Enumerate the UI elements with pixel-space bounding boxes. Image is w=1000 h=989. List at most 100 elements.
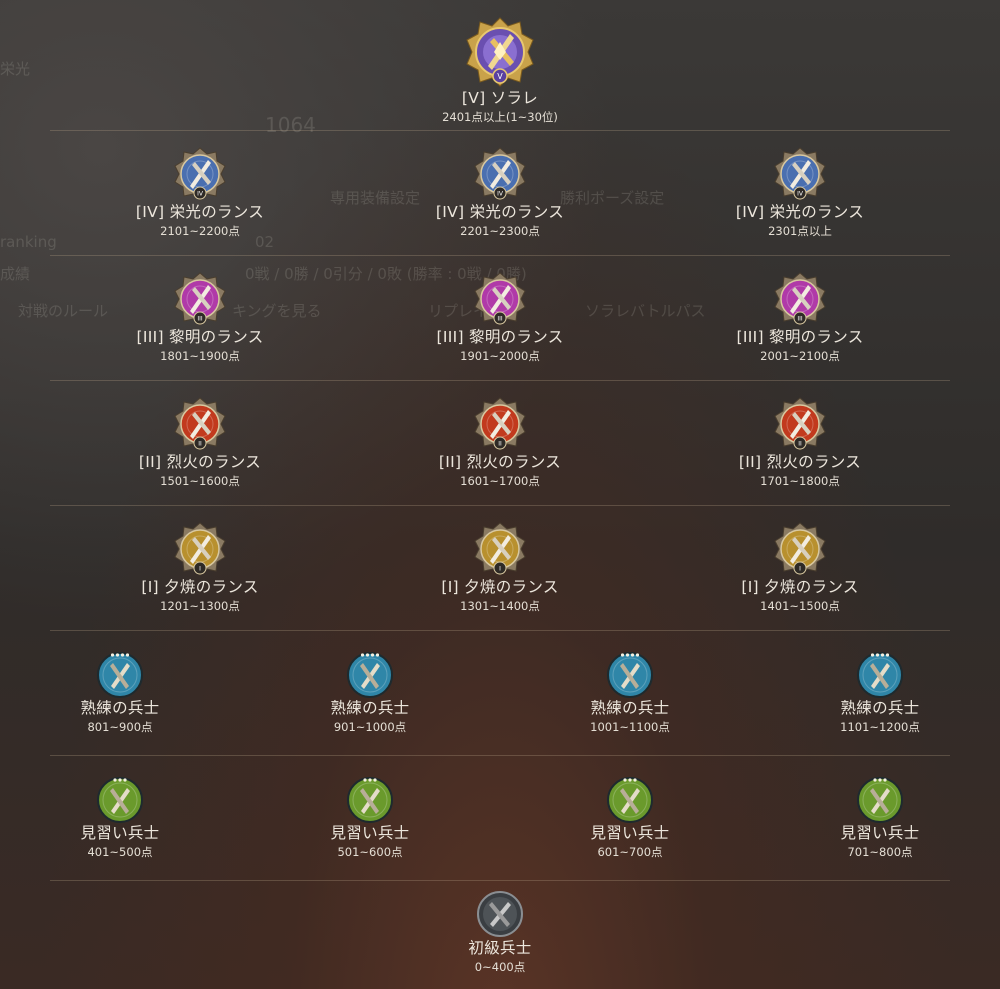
svg-text:III: III bbox=[497, 316, 503, 323]
tier-dawn: III [III] 黎明のランス 1801~1900点 bbox=[100, 271, 300, 363]
sunset-lance-i-icon: I bbox=[174, 522, 226, 576]
dawn-lance-iii-icon: III bbox=[474, 272, 526, 326]
svg-text:II: II bbox=[798, 441, 802, 448]
tier-range: 401~500点 bbox=[87, 845, 153, 859]
tier-flame: II [II] 烈火のランス 1601~1700点 bbox=[400, 396, 600, 488]
svg-text:I: I bbox=[499, 566, 501, 573]
tier-solare: V [V] ソラレ 2401点以上(1~30位) bbox=[400, 16, 600, 124]
glory-lance-iv-icon: IV bbox=[474, 147, 526, 201]
svg-text:I: I bbox=[799, 566, 801, 573]
tier-glory: IV [IV] 栄光のランス 2201~2300点 bbox=[400, 146, 600, 238]
tier-range: 801~900点 bbox=[87, 720, 153, 734]
bg-label-title: 栄光 bbox=[0, 60, 31, 78]
veteran-soldier-icon bbox=[607, 652, 653, 698]
sunset-lance-i-icon: I bbox=[774, 522, 826, 576]
tier-glory: IV [IV] 栄光のランス 2101~2200点 bbox=[100, 146, 300, 238]
tier-name: 熟練の兵士 bbox=[330, 699, 410, 717]
tier-range: 2001~2100点 bbox=[760, 349, 840, 363]
apprentice-soldier-icon bbox=[607, 777, 653, 823]
tier-range: 1301~1400点 bbox=[460, 599, 540, 613]
tier-range: 2401点以上(1~30位) bbox=[442, 110, 558, 124]
tier-range: 1701~1800点 bbox=[760, 474, 840, 488]
tier-name: [V] ソラレ bbox=[461, 89, 539, 107]
tier-range: 1201~1300点 bbox=[160, 599, 240, 613]
tier-range: 1901~2000点 bbox=[460, 349, 540, 363]
tier-name: 熟練の兵士 bbox=[840, 699, 920, 717]
apprentice-soldier-icon bbox=[857, 777, 903, 823]
tier-name: 見習い兵士 bbox=[590, 824, 670, 842]
tier-name: [IV] 栄光のランス bbox=[435, 203, 565, 221]
tier-flame: II [II] 烈火のランス 1501~1600点 bbox=[100, 396, 300, 488]
tier-range: 501~600点 bbox=[337, 845, 403, 859]
svg-text:IV: IV bbox=[197, 191, 204, 198]
row-divider bbox=[50, 755, 950, 756]
flame-lance-ii-icon: II bbox=[774, 397, 826, 451]
tier-name: [I] 夕焼のランス bbox=[441, 578, 559, 596]
row-divider bbox=[50, 505, 950, 506]
tier-range: 901~1000点 bbox=[333, 720, 407, 734]
tier-range: 1001~1100点 bbox=[590, 720, 670, 734]
dawn-lance-iii-icon: III bbox=[774, 272, 826, 326]
tier-sunset: I [I] 夕焼のランス 1401~1500点 bbox=[700, 521, 900, 613]
tier-dawn: III [III] 黎明のランス 1901~2000点 bbox=[400, 271, 600, 363]
tier-name: [IV] 栄光のランス bbox=[735, 203, 865, 221]
tier-name: [III] 黎明のランス bbox=[136, 328, 264, 346]
veteran-soldier-icon bbox=[347, 652, 393, 698]
veteran-soldier-icon bbox=[97, 652, 143, 698]
tier-name: [III] 黎明のランス bbox=[436, 328, 564, 346]
tier-range: 2201~2300点 bbox=[460, 224, 540, 238]
tier-flame: II [II] 烈火のランス 1701~1800点 bbox=[700, 396, 900, 488]
glory-lance-iv-icon: IV bbox=[174, 147, 226, 201]
tier-range: 1101~1200点 bbox=[840, 720, 920, 734]
tier-name: 初級兵士 bbox=[468, 939, 532, 957]
tier-range: 601~700点 bbox=[597, 845, 663, 859]
tier-range: 701~800点 bbox=[847, 845, 913, 859]
flame-lance-ii-icon: II bbox=[474, 397, 526, 451]
tier-apprentice: 見習い兵士 401~500点 bbox=[20, 775, 220, 859]
tier-veteran: 熟練の兵士 901~1000点 bbox=[270, 650, 470, 734]
svg-text:V: V bbox=[497, 72, 503, 81]
tier-name: 見習い兵士 bbox=[840, 824, 920, 842]
tier-range: 1601~1700点 bbox=[460, 474, 540, 488]
row-divider bbox=[50, 630, 950, 631]
sunset-lance-i-icon: I bbox=[474, 522, 526, 576]
tier-apprentice: 見習い兵士 501~600点 bbox=[270, 775, 470, 859]
apprentice-soldier-icon bbox=[97, 777, 143, 823]
tier-name: [III] 黎明のランス bbox=[736, 328, 864, 346]
tier-name: 熟練の兵士 bbox=[590, 699, 670, 717]
row-divider bbox=[50, 380, 950, 381]
tier-apprentice: 見習い兵士 701~800点 bbox=[780, 775, 980, 859]
tier-veteran: 熟練の兵士 1001~1100点 bbox=[530, 650, 730, 734]
svg-text:II: II bbox=[198, 441, 202, 448]
tier-veteran: 熟練の兵士 801~900点 bbox=[20, 650, 220, 734]
tier-apprentice: 見習い兵士 601~700点 bbox=[530, 775, 730, 859]
tier-range: 2301点以上 bbox=[768, 224, 832, 238]
tier-name: [I] 夕焼のランス bbox=[141, 578, 259, 596]
dawn-lance-iii-icon: III bbox=[174, 272, 226, 326]
tier-range: 1401~1500点 bbox=[760, 599, 840, 613]
svg-text:III: III bbox=[797, 316, 803, 323]
row-divider bbox=[50, 255, 950, 256]
tier-range: 1501~1600点 bbox=[160, 474, 240, 488]
svg-text:II: II bbox=[498, 441, 502, 448]
bg-tab-battlepass: ソラレバトルパス bbox=[585, 302, 706, 320]
tier-name: 熟練の兵士 bbox=[80, 699, 160, 717]
tier-name: [II] 烈火のランス bbox=[738, 453, 862, 471]
glory-lance-iv-icon: IV bbox=[774, 147, 826, 201]
bg-label-record: 成績 bbox=[0, 265, 31, 283]
tier-name: 見習い兵士 bbox=[80, 824, 160, 842]
svg-text:III: III bbox=[197, 316, 203, 323]
row-divider bbox=[50, 130, 950, 131]
tier-range: 2101~2200点 bbox=[160, 224, 240, 238]
flame-lance-ii-icon: II bbox=[174, 397, 226, 451]
tier-range: 1801~1900点 bbox=[160, 349, 240, 363]
novice-soldier-icon bbox=[477, 891, 523, 937]
svg-text:IV: IV bbox=[797, 191, 804, 198]
bg-tab-rules: 対戦のルール bbox=[18, 302, 109, 320]
tier-glory: IV [IV] 栄光のランス 2301点以上 bbox=[700, 146, 900, 238]
solare-v-emblem-icon: V bbox=[466, 17, 534, 87]
tier-range: 0~400点 bbox=[474, 960, 526, 974]
row-divider bbox=[50, 880, 950, 881]
tier-novice: 初級兵士 0~400点 bbox=[400, 890, 600, 974]
tier-dawn: III [III] 黎明のランス 2001~2100点 bbox=[700, 271, 900, 363]
